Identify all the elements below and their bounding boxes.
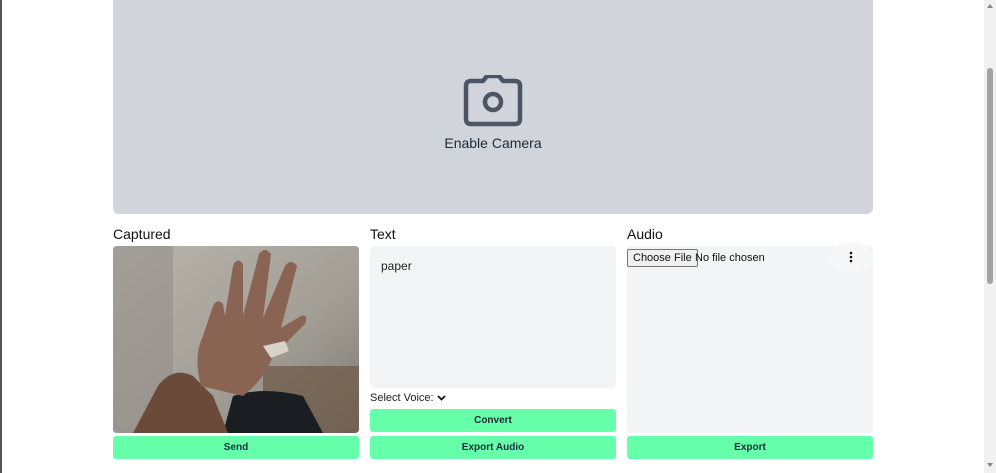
enable-camera-label: Enable Camera	[444, 135, 542, 151]
chevron-down-icon	[436, 395, 446, 401]
scroll-up-icon[interactable]	[987, 4, 993, 8]
scroll-down-icon[interactable]	[987, 463, 993, 467]
page: Enable Camera Captured Send Text paper S…	[0, 0, 996, 473]
text-output-area[interactable]: paper	[370, 246, 616, 388]
voice-select[interactable]: Select Voice:	[370, 392, 446, 404]
choose-file-button[interactable]: Choose File	[627, 249, 698, 267]
export-audio-button[interactable]: Export Audio	[370, 436, 616, 459]
scrollbar-thumb[interactable]	[987, 68, 993, 284]
captured-image	[113, 246, 359, 433]
captured-title: Captured	[113, 226, 171, 242]
enable-camera-area[interactable]: Enable Camera	[113, 0, 873, 214]
export-button[interactable]: Export	[627, 436, 873, 459]
convert-button[interactable]: Convert	[370, 409, 616, 432]
audio-panel: Choose File No file chosen	[627, 242, 873, 433]
camera-icon	[463, 75, 523, 127]
send-button[interactable]: Send	[113, 436, 359, 459]
more-options-button[interactable]	[829, 242, 873, 272]
window-border	[0, 0, 2, 473]
scrollbar[interactable]	[984, 0, 996, 473]
file-status: No file chosen	[695, 252, 765, 264]
text-output-value: paper	[381, 259, 412, 273]
voice-select-label: Select Voice:	[370, 392, 434, 404]
audio-title: Audio	[627, 226, 663, 242]
text-title: Text	[370, 226, 396, 242]
more-vertical-icon	[849, 251, 853, 263]
